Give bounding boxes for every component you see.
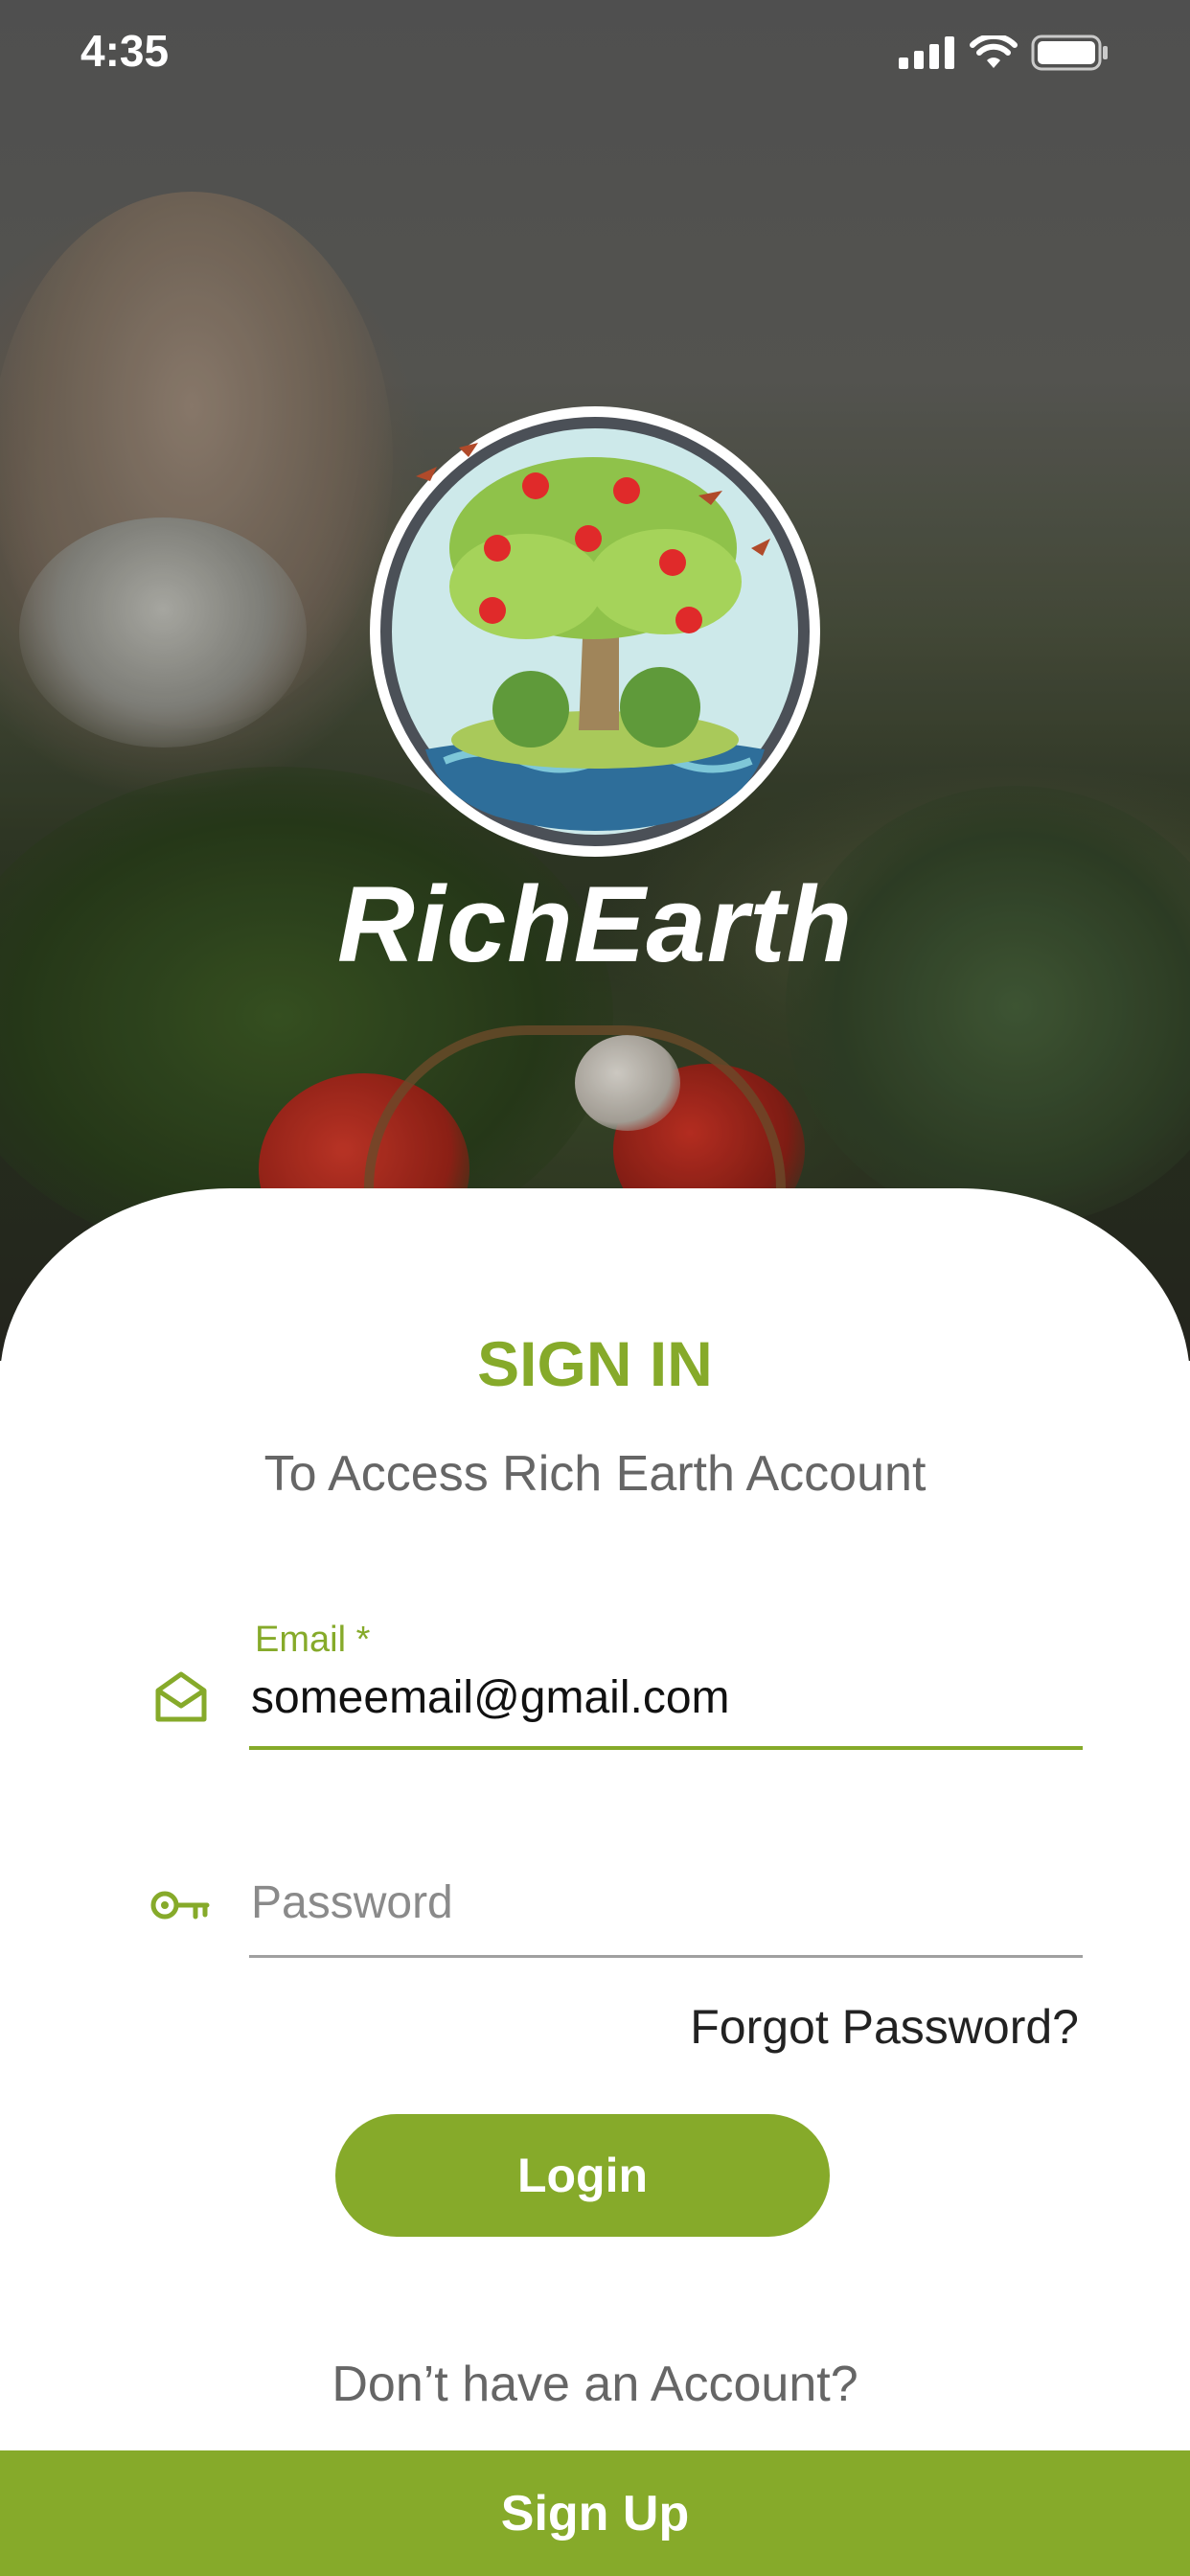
forgot-password-link[interactable]: Forgot Password?	[690, 1999, 1079, 2055]
envelope-open-icon	[155, 1671, 207, 1722]
password-underline	[249, 1955, 1083, 1958]
email-label: Email *	[255, 1620, 371, 1660]
battery-icon	[1031, 34, 1108, 71]
no-account-text: Don’t have an Account?	[332, 2357, 858, 2412]
password-field[interactable]	[251, 1869, 1075, 1936]
email-underline	[249, 1746, 1083, 1750]
status-icons	[899, 34, 1110, 71]
hero-background: 4:35 RichEarth	[0, 0, 1190, 1361]
signin-subheading: To Access Rich Earth Account	[263, 1446, 927, 1502]
apple-tree-logo-icon	[370, 406, 820, 857]
brand-title: RichEarth	[337, 864, 853, 984]
signin-heading: SIGN IN	[477, 1328, 713, 1399]
wifi-icon	[970, 35, 1018, 68]
status-bar: 4:35	[0, 0, 1190, 105]
login-button[interactable]: Login	[335, 2114, 830, 2237]
email-field[interactable]	[251, 1664, 1075, 1731]
signup-button[interactable]: Sign Up	[0, 2450, 1190, 2576]
key-icon	[150, 1891, 210, 1920]
signup-label: Sign Up	[500, 2485, 690, 2542]
status-time: 4:35	[80, 26, 170, 76]
cellular-signal-icon	[899, 36, 954, 69]
